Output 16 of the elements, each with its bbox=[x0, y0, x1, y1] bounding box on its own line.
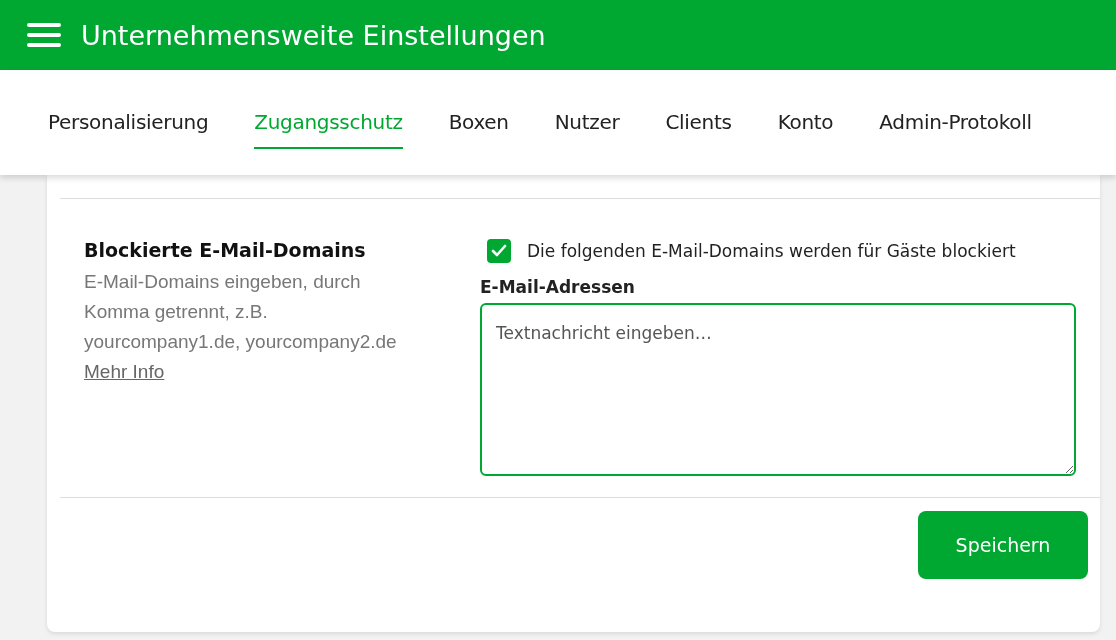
tab[interactable]: Boxen bbox=[448, 96, 509, 149]
more-info-link[interactable]: Mehr Info bbox=[84, 361, 165, 382]
menu-icon[interactable] bbox=[27, 23, 61, 47]
checkbox-label: Die folgenden E-Mail-Domains werden für Gäste blockiert bbox=[527, 241, 1016, 261]
email-domains-field[interactable]: Textnachricht eingeben… bbox=[480, 303, 1076, 476]
tab[interactable]: Admin-Protokoll bbox=[879, 96, 1032, 149]
section-description: E-Mail-Domains eingeben, durch Komma getrennt, z.B. yourcompany1.de, yourcompany2.de bbox=[84, 271, 397, 352]
checkmark-icon bbox=[491, 244, 507, 258]
tab[interactable]: Nutzer bbox=[554, 96, 620, 149]
field-label: E-Mail-Adressen bbox=[480, 277, 636, 297]
page-title: Unternehmensweite Einstellungen bbox=[81, 19, 546, 51]
tab[interactable]: Clients bbox=[665, 96, 732, 149]
tab[interactable]: Personalisierung bbox=[48, 96, 209, 149]
checkbox[interactable] bbox=[487, 239, 511, 263]
tab[interactable]: Konto bbox=[777, 96, 834, 149]
section-title: Blockierte E-Mail-Domains bbox=[84, 239, 367, 261]
